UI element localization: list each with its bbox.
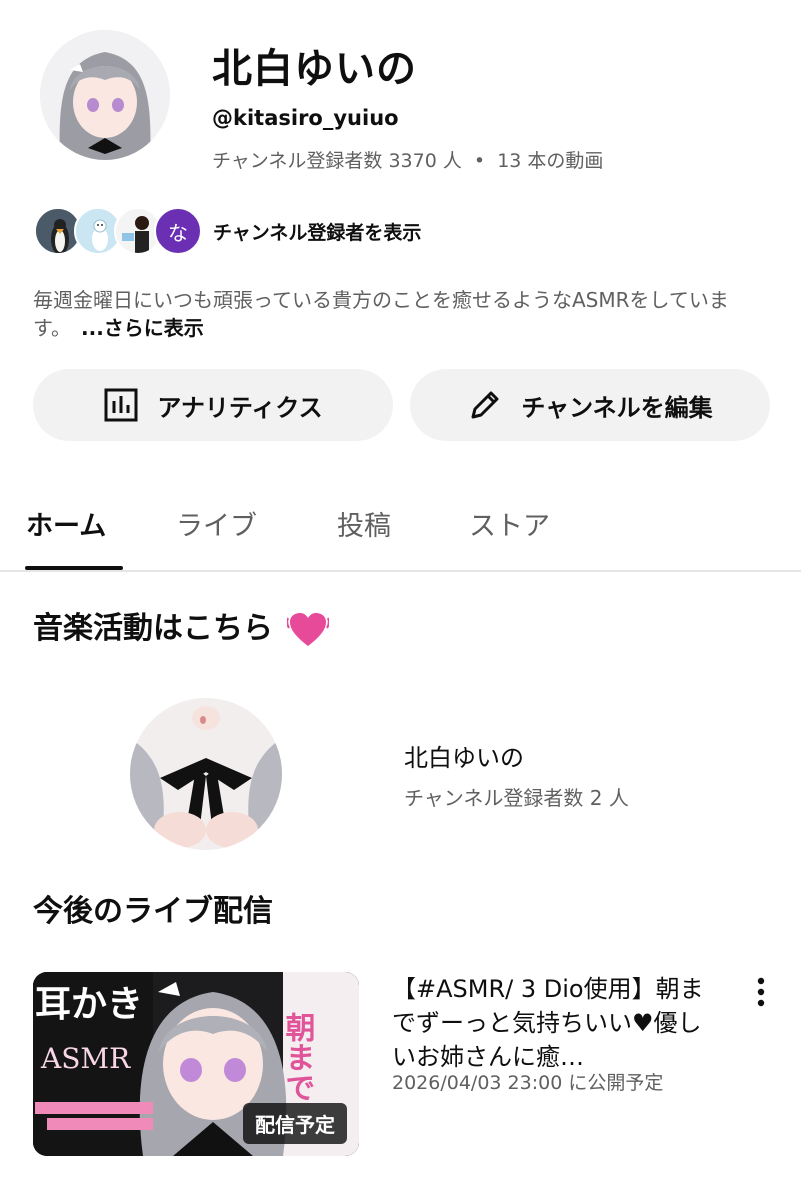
- analytics-label: アナリティクス: [157, 393, 323, 422]
- channel-handle: @kitasiro_yuiuo: [212, 106, 399, 130]
- show-subscribers-link[interactable]: チャンネル登録者を表示: [213, 218, 421, 245]
- video-thumbnail[interactable]: 耳かき ASMR 朝まで 配信予定: [33, 972, 359, 1156]
- channel-avatar[interactable]: [40, 30, 170, 160]
- tab-home[interactable]: ホーム: [26, 504, 106, 543]
- video-count: 13 本の動画: [497, 150, 604, 172]
- active-tab-indicator: [25, 566, 123, 570]
- analytics-button[interactable]: アナリティクス: [33, 369, 393, 441]
- music-channel-subscribers: チャンネル登録者数 2 人: [404, 786, 629, 810]
- stats-separator: •: [473, 150, 486, 172]
- music-channel-avatar[interactable]: [130, 698, 282, 850]
- pencil-icon: [471, 391, 499, 419]
- thumb-text-ear-cleaning: 耳かき: [35, 983, 143, 1025]
- music-section-title-text: 音楽活動はこちら: [33, 611, 273, 646]
- video-schedule: 2026/04/03 23:00 に公開予定: [392, 1072, 664, 1094]
- edit-channel-label: チャンネルを編集: [521, 393, 713, 422]
- tab-posts[interactable]: 投稿: [337, 504, 391, 543]
- heart-icon: [287, 612, 330, 646]
- more-options-icon[interactable]: [748, 975, 774, 1009]
- channel-description[interactable]: 毎週金曜日にいつも頑張っている貴方のことを癒せるようなASMRをしています。..…: [33, 286, 773, 342]
- analytics-icon: [104, 388, 138, 422]
- music-section-title: 音楽活動はこちら: [33, 603, 330, 650]
- edit-channel-button[interactable]: チャンネルを編集: [410, 369, 770, 441]
- tab-live[interactable]: ライブ: [176, 504, 257, 543]
- subscriber-avatars[interactable]: な: [34, 207, 202, 255]
- show-more-link[interactable]: ...さらに表示: [81, 316, 204, 340]
- subscriber-count: チャンネル登録者数 3370 人: [212, 150, 462, 172]
- upcoming-badge: 配信予定: [243, 1103, 347, 1144]
- thumb-text-asmr: ASMR: [40, 1042, 131, 1075]
- channel-tabs: ホーム ライブ 投稿 ストア: [0, 488, 801, 572]
- channel-stats: チャンネル登録者数 3370 人 • 13 本の動画: [212, 146, 603, 173]
- channel-name: 北白ゆいの: [212, 46, 417, 92]
- live-section-title: 今後のライブ配信: [33, 894, 273, 929]
- video-title[interactable]: 【#ASMR/ 3 Dio使用】朝までずーっと気持ちいい♥優しいお姉さんに癒…: [392, 972, 722, 1074]
- subscriber-avatar: な: [154, 207, 202, 255]
- thumb-text-until-morning: 朝まで: [280, 1012, 316, 1102]
- tab-store[interactable]: ストア: [469, 504, 550, 543]
- music-channel-name[interactable]: 北白ゆいの: [404, 738, 524, 773]
